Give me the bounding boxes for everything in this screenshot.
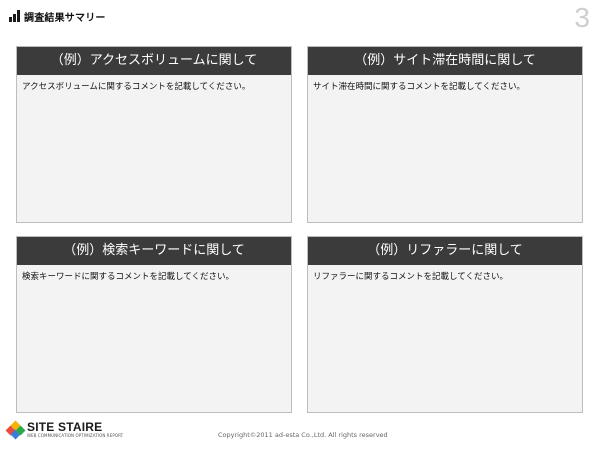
panel-comment: リファラーに関するコメントを記載してください。 — [313, 272, 508, 282]
page-header: 調査結果サマリー — [9, 8, 106, 24]
bar-chart-icon — [9, 10, 20, 22]
panel-search-keywords: （例）検索キーワードに関して 検索キーワードに関するコメントを記載してください。 — [16, 236, 292, 413]
panel-referrer: （例）リファラーに関して リファラーに関するコメントを記載してください。 — [307, 236, 583, 413]
page-number: 3 — [574, 2, 590, 33]
site-staire-logo: SITE STAIRE WEB COMMUNICATION OPTIMIZATI… — [5, 420, 124, 440]
panel-comment: アクセスボリュームに関するコメントを記載してください。 — [22, 82, 251, 92]
copyright-text: Copyright©2011 ad-esta Co.,Ltd. All righ… — [218, 431, 388, 439]
page-title: 調査結果サマリー — [24, 12, 106, 24]
panel-site-stay-time: （例）サイト滞在時間に関して サイト滞在時間に関するコメントを記載してください。 — [307, 46, 583, 223]
panel-comment: サイト滞在時間に関するコメントを記載してください。 — [313, 82, 525, 92]
logo-tagline: WEB COMMUNICATION OPTIMIZATION REPORT — [27, 433, 124, 438]
panel-title: （例）サイト滞在時間に関して — [308, 47, 582, 75]
diamond-logo-icon — [5, 420, 26, 440]
panel-title: （例）リファラーに関して — [308, 237, 582, 265]
panel-title: （例）検索キーワードに関して — [17, 237, 291, 265]
logo-name: SITE STAIRE — [27, 420, 103, 434]
panel-title: （例）アクセスボリュームに関して — [17, 47, 291, 75]
panel-comment: 検索キーワードに関するコメントを記載してください。 — [22, 272, 234, 282]
panel-access-volume: （例）アクセスボリュームに関して アクセスボリュームに関するコメントを記載してく… — [16, 46, 292, 223]
